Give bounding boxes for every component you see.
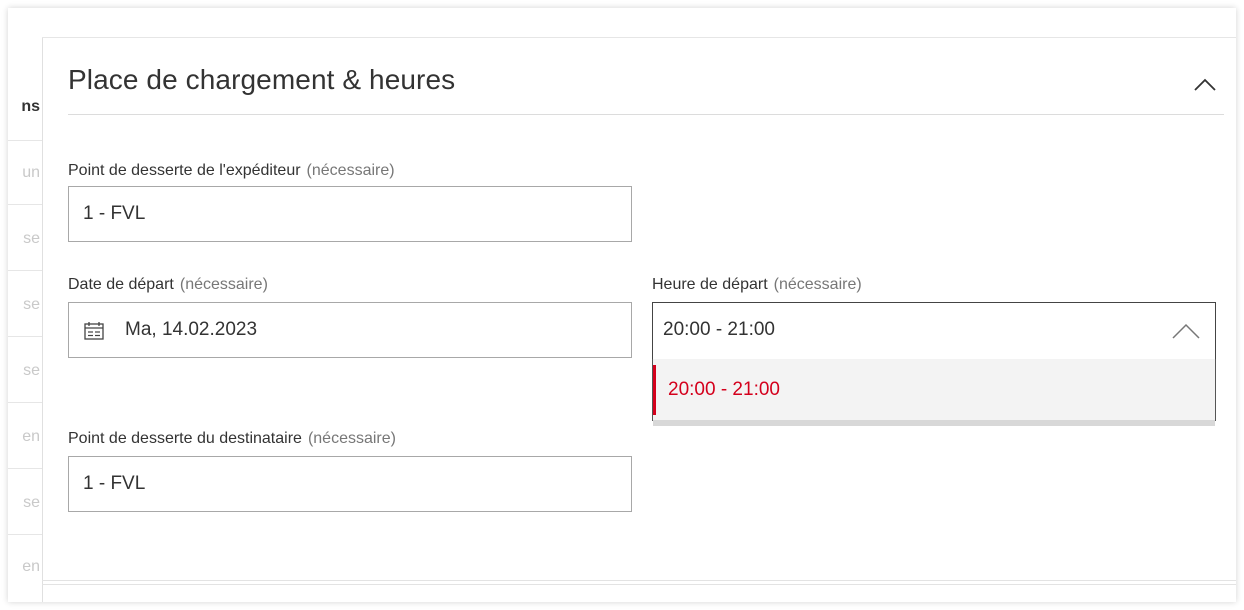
departure-time-select[interactable]: 20:00 - 21:00: [652, 302, 1216, 360]
shipper-point-label: Point de desserte de l'expéditeur (nécess…: [68, 162, 395, 180]
recipient-point-value: 1 - FVL: [83, 473, 146, 494]
list-item[interactable]: [8, 404, 42, 469]
list-item[interactable]: [8, 76, 42, 141]
departure-date-value: Ma, 14.02.2023: [125, 319, 258, 340]
dropdown-shadow: [653, 420, 1215, 426]
departure-date-label-text: Date de départ: [68, 276, 174, 293]
required-hint: (nécessaire): [179, 276, 268, 293]
departure-time-label: Heure de départ (nécessaire): [652, 276, 862, 294]
section-title: Place de chargement & heures: [68, 64, 456, 95]
calendar-icon: [84, 322, 104, 340]
shipper-point-label-text: Point de desserte de l'expéditeur: [68, 162, 301, 179]
dropdown-option-text: 20:00 - 21:00: [668, 379, 780, 400]
recipient-point-label-text: Point de desserte du destinataire: [68, 430, 302, 447]
shipper-point-value: 1 - FVL: [83, 203, 146, 224]
required-hint: (nécessaire): [306, 162, 395, 179]
recipient-point-field[interactable]: 1 - FVL: [68, 456, 632, 512]
shipper-point-field[interactable]: 1 - FVL: [68, 186, 632, 242]
list-item[interactable]: [8, 470, 42, 535]
chevron-up-icon: [1172, 323, 1200, 339]
top-divider: [42, 37, 1236, 38]
panel-frame: ns un se se se en se en Place de chargem…: [8, 8, 1236, 602]
bottom-divider: [42, 584, 1236, 585]
vertical-divider: [42, 38, 43, 602]
collapse-button[interactable]: [1190, 70, 1220, 100]
chevron-up-icon: [1194, 78, 1216, 91]
departure-time-dropdown: 20:00 - 21:00: [652, 359, 1216, 426]
bottom-divider: [42, 580, 1236, 581]
list-item-text: en: [22, 558, 40, 575]
list-item[interactable]: [8, 272, 42, 337]
list-item[interactable]: [8, 206, 42, 271]
dropdown-option[interactable]: 20:00 - 21:00: [653, 365, 1215, 415]
title-divider: [68, 114, 1224, 115]
left-clipped-column: ns un se se se en se en: [8, 8, 42, 602]
required-hint: (nécessaire): [773, 276, 862, 293]
departure-time-label-text: Heure de départ: [652, 276, 768, 293]
list-item[interactable]: [8, 140, 42, 205]
departure-date-field[interactable]: Ma, 14.02.2023: [68, 302, 632, 358]
departure-date-label: Date de départ (nécessaire): [68, 276, 268, 294]
recipient-point-label: Point de desserte du destinataire (nécess…: [68, 430, 396, 448]
list-item[interactable]: [8, 338, 42, 403]
required-hint: (nécessaire): [307, 430, 396, 447]
departure-time-value: 20:00 - 21:00: [663, 319, 775, 340]
